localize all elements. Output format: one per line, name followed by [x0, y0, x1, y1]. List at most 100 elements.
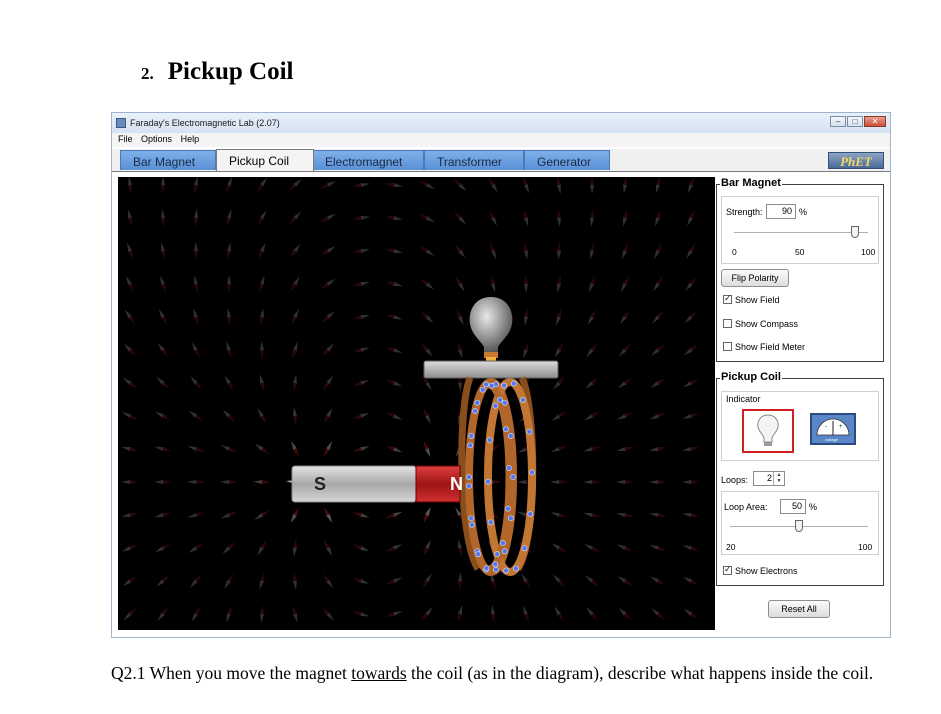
field-compass-needle [191, 342, 201, 358]
field-compass-needle [554, 342, 564, 358]
checkbox-icon[interactable] [723, 293, 732, 304]
field-compass-grid [121, 177, 700, 623]
phet-logo[interactable]: PhET [828, 152, 884, 169]
field-compass-needle [649, 513, 667, 517]
checkbox-icon[interactable] [723, 564, 732, 575]
electron [485, 478, 491, 485]
tab-bar-magnet[interactable]: Bar Magnet [120, 150, 216, 170]
field-compass-needle [456, 308, 464, 326]
strength-field[interactable]: 90 [766, 204, 796, 219]
field-compass-needle [293, 407, 297, 425]
field-compass-needle [123, 343, 137, 357]
field-compass-needle [323, 507, 333, 523]
field-compass-needle [320, 213, 336, 223]
field-compass-needle [194, 242, 198, 260]
field-compass-needle [291, 308, 299, 326]
field-compass-needle [650, 378, 666, 388]
field-compass-needle [584, 543, 600, 553]
field-compass-needle [588, 275, 596, 293]
checkbox-icon[interactable] [723, 319, 732, 328]
loops-spinner[interactable]: 2 ▲ ▼ [753, 471, 785, 486]
electron [492, 561, 499, 568]
electron [483, 565, 490, 572]
control-panel: Bar Magnet Strength: 90 % 0 50 100 Flip … [716, 177, 890, 637]
field-compass-needle [618, 343, 632, 357]
module-tabs: Bar Magnet Pickup Coil Electromagnet Tra… [112, 149, 890, 172]
minimize-icon[interactable]: – [830, 116, 846, 127]
field-compass-needle [289, 243, 301, 259]
electron [486, 437, 493, 443]
field-compass-needle [125, 275, 135, 293]
menu-help[interactable]: Help [181, 134, 200, 144]
field-compass-needle [257, 210, 267, 226]
field-compass-needle [550, 480, 568, 484]
menu-bar: File Options Help [112, 133, 890, 147]
field-compass-needle [222, 409, 236, 423]
menu-file[interactable]: File [118, 134, 133, 144]
simulation-canvas[interactable]: S N [118, 177, 715, 630]
section-heading: 2. Pickup Coil [141, 58, 293, 86]
field-compass-needle [524, 275, 528, 293]
bar-magnet[interactable]: S N [291, 465, 463, 503]
field-compass-needle [290, 507, 300, 523]
title-bar: Faraday's Electromagnetic Lab (2.07) – □… [112, 113, 890, 133]
field-compass-needle [352, 282, 370, 286]
flip-polarity-button[interactable]: Flip Polarity [721, 269, 789, 287]
lightbulb-icon [757, 414, 779, 446]
voltmeter-indicator-option[interactable]: - + voltage [810, 413, 856, 445]
checkbox-icon[interactable] [723, 342, 732, 351]
field-compass-needle [652, 310, 664, 324]
field-compass-needle [293, 572, 297, 590]
electron [501, 382, 507, 389]
indicator-label: Indicator [726, 394, 761, 404]
close-icon[interactable]: ✕ [864, 116, 886, 127]
field-compass-needle [489, 242, 497, 260]
field-compass-needle [552, 574, 566, 588]
spinner-arrows-icon[interactable]: ▲ ▼ [773, 472, 784, 485]
maximize-icon[interactable]: □ [847, 116, 863, 127]
lightbulb-indicator-option[interactable] [742, 409, 794, 453]
tab-generator[interactable]: Generator [524, 150, 610, 170]
loop-area-field[interactable]: 50 [780, 499, 806, 514]
field-compass-needle [521, 573, 531, 589]
field-compass-needle [385, 544, 403, 552]
field-compass-needle [257, 408, 267, 424]
field-compass-needle [651, 608, 665, 620]
field-compass-needle [290, 276, 300, 292]
field-compass-needle [259, 572, 265, 590]
show-compass-checkbox[interactable]: Show Compass [723, 319, 798, 331]
reset-all-button[interactable]: Reset All [768, 600, 830, 618]
strength-control: Strength: 90 % 0 50 100 [721, 196, 879, 264]
field-compass-needle [288, 211, 302, 225]
field-compass-needle [419, 278, 435, 290]
svg-text:+: + [839, 424, 843, 430]
tab-pickup-coil[interactable]: Pickup Coil [216, 149, 314, 171]
field-compass-needle [583, 512, 601, 518]
field-compass-needle [683, 344, 699, 356]
show-field-meter-checkbox[interactable]: Show Field Meter [723, 342, 805, 354]
loop-area-slider-thumb[interactable] [795, 520, 803, 532]
field-compass-needle [584, 411, 600, 421]
field-compass-needle [161, 177, 165, 194]
electron [467, 442, 474, 449]
electron [474, 399, 481, 406]
field-compass-needle [557, 275, 561, 293]
tab-electromagnet[interactable]: Electromagnet [312, 150, 424, 170]
electron [507, 515, 514, 522]
electron [504, 505, 511, 512]
svg-text:-: - [825, 424, 827, 430]
field-compass-needle [419, 180, 435, 190]
menu-options[interactable]: Options [141, 134, 172, 144]
field-view: S N [121, 177, 700, 623]
field-compass-needle [288, 178, 302, 192]
electron [466, 483, 472, 489]
field-compass-needle [385, 379, 403, 387]
strength-slider-track[interactable] [734, 232, 868, 233]
tab-transformer[interactable]: Transformer [424, 150, 524, 170]
show-field-checkbox[interactable]: Show Field [723, 293, 780, 307]
strength-slider-thumb[interactable] [850, 226, 859, 238]
field-compass-needle [352, 249, 370, 253]
show-electrons-checkbox[interactable]: Show Electrons [723, 564, 798, 578]
field-compass-needle [352, 347, 370, 353]
field-compass-needle [293, 374, 297, 392]
